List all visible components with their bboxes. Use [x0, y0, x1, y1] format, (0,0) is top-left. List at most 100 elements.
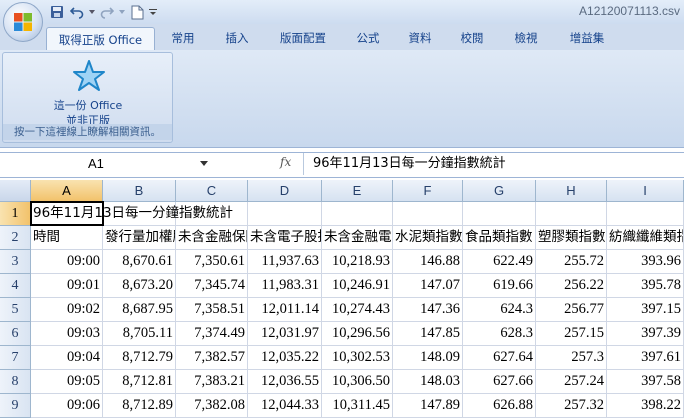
column-header-a[interactable]: A	[31, 180, 103, 202]
cell-b9[interactable]: 8,712.89	[103, 394, 176, 418]
cell-g6[interactable]: 628.3	[463, 322, 536, 346]
cell-f7[interactable]: 148.09	[393, 346, 463, 370]
cell-i1[interactable]	[607, 202, 684, 226]
cell-e2[interactable]: 未含金融電子股指數	[322, 226, 393, 250]
cell-g8[interactable]: 627.66	[463, 370, 536, 394]
cell-d4[interactable]: 11,983.31	[248, 274, 322, 298]
tab-insert[interactable]: 插入	[214, 27, 260, 49]
cell-a9[interactable]: 09:06	[31, 394, 103, 418]
cell-g1[interactable]	[463, 202, 536, 226]
column-header-e[interactable]: E	[322, 180, 393, 202]
cell-i9[interactable]: 398.22	[607, 394, 684, 418]
name-box[interactable]: A1	[0, 153, 210, 175]
cell-h2[interactable]: 塑膠類指數	[536, 226, 607, 250]
cell-g4[interactable]: 619.66	[463, 274, 536, 298]
cell-d8[interactable]: 12,036.55	[248, 370, 322, 394]
undo-dropdown-icon[interactable]	[88, 3, 96, 21]
cell-d1[interactable]	[248, 202, 322, 226]
cell-c8[interactable]: 7,383.21	[176, 370, 248, 394]
cell-f3[interactable]: 146.88	[393, 250, 463, 274]
cell-c9[interactable]: 7,382.08	[176, 394, 248, 418]
cell-a5[interactable]: 09:02	[31, 298, 103, 322]
tab-home[interactable]: 常用	[160, 27, 206, 49]
row-header-2[interactable]: 2	[0, 226, 31, 250]
row-header-7[interactable]: 7	[0, 346, 31, 370]
cell-c3[interactable]: 7,350.61	[176, 250, 248, 274]
redo-icon[interactable]	[98, 3, 116, 21]
cell-f2[interactable]: 水泥類指數	[393, 226, 463, 250]
column-header-d[interactable]: D	[248, 180, 322, 202]
formula-input[interactable]: 96年11月13日每一分鐘指數統計	[313, 153, 506, 175]
cell-a4[interactable]: 09:01	[31, 274, 103, 298]
cell-g7[interactable]: 627.64	[463, 346, 536, 370]
cell-e4[interactable]: 10,246.91	[322, 274, 393, 298]
cell-g5[interactable]: 624.3	[463, 298, 536, 322]
name-box-dropdown-icon[interactable]	[200, 161, 208, 166]
cell-b3[interactable]: 8,670.61	[103, 250, 176, 274]
cell-h4[interactable]: 256.22	[536, 274, 607, 298]
cell-c6[interactable]: 7,374.49	[176, 322, 248, 346]
cell-h1[interactable]	[536, 202, 607, 226]
cell-i7[interactable]: 397.61	[607, 346, 684, 370]
cell-a7[interactable]: 09:04	[31, 346, 103, 370]
save-icon[interactable]	[48, 3, 66, 21]
tab-get-genuine-office[interactable]: 取得正版 Office	[46, 27, 155, 51]
column-header-f[interactable]: F	[393, 180, 463, 202]
row-header-9[interactable]: 9	[0, 394, 31, 418]
cell-b2[interactable]: 發行量加權股價指數	[103, 226, 176, 250]
cell-e1[interactable]	[322, 202, 393, 226]
cell-d2[interactable]: 未含電子股指數	[248, 226, 322, 250]
cell-c5[interactable]: 7,358.51	[176, 298, 248, 322]
row-header-6[interactable]: 6	[0, 322, 31, 346]
cell-i6[interactable]: 397.39	[607, 322, 684, 346]
cell-a1[interactable]: 96年11月13日每一分鐘指數統計	[31, 202, 233, 226]
tab-page-layout[interactable]: 版面配置	[268, 27, 338, 49]
cell-g3[interactable]: 622.49	[463, 250, 536, 274]
cell-h3[interactable]: 255.72	[536, 250, 607, 274]
cell-d3[interactable]: 11,937.63	[248, 250, 322, 274]
new-document-icon[interactable]	[128, 3, 146, 21]
column-header-i[interactable]: I	[607, 180, 684, 202]
row-header-8[interactable]: 8	[0, 370, 31, 394]
cell-f8[interactable]: 148.03	[393, 370, 463, 394]
cell-e3[interactable]: 10,218.93	[322, 250, 393, 274]
tab-formulas[interactable]: 公式	[345, 27, 391, 49]
office-button[interactable]	[3, 2, 43, 42]
tab-review[interactable]: 校閱	[449, 27, 495, 49]
row-header-3[interactable]: 3	[0, 250, 31, 274]
cell-i8[interactable]: 397.58	[607, 370, 684, 394]
column-header-c[interactable]: C	[176, 180, 248, 202]
tab-view[interactable]: 檢視	[503, 27, 549, 49]
cell-d7[interactable]: 12,035.22	[248, 346, 322, 370]
cell-e8[interactable]: 10,306.50	[322, 370, 393, 394]
cell-c2[interactable]: 未含金融保險股指數	[176, 226, 248, 250]
cell-g9[interactable]: 626.88	[463, 394, 536, 418]
cell-c4[interactable]: 7,345.74	[176, 274, 248, 298]
cell-f6[interactable]: 147.85	[393, 322, 463, 346]
not-genuine-button[interactable]: 這一份 Office 並非正版	[48, 57, 128, 127]
cell-a6[interactable]: 09:03	[31, 322, 103, 346]
cell-h9[interactable]: 257.32	[536, 394, 607, 418]
redo-dropdown-icon[interactable]	[118, 3, 126, 21]
row-header-1[interactable]: 1	[0, 202, 31, 226]
cell-b5[interactable]: 8,687.95	[103, 298, 176, 322]
cell-f4[interactable]: 147.07	[393, 274, 463, 298]
cell-e7[interactable]: 10,302.53	[322, 346, 393, 370]
row-header-5[interactable]: 5	[0, 298, 31, 322]
cell-i4[interactable]: 395.78	[607, 274, 684, 298]
column-header-h[interactable]: H	[536, 180, 607, 202]
column-header-b[interactable]: B	[103, 180, 176, 202]
cell-b8[interactable]: 8,712.81	[103, 370, 176, 394]
cell-h7[interactable]: 257.3	[536, 346, 607, 370]
group-label[interactable]: 按一下這裡線上瞭解相關資訊。	[3, 124, 172, 140]
cell-f1[interactable]	[393, 202, 463, 226]
customize-icon[interactable]	[148, 3, 158, 21]
cell-e9[interactable]: 10,311.45	[322, 394, 393, 418]
row-header-4[interactable]: 4	[0, 274, 31, 298]
cell-i3[interactable]: 393.96	[607, 250, 684, 274]
cell-a3[interactable]: 09:00	[31, 250, 103, 274]
cell-b6[interactable]: 8,705.11	[103, 322, 176, 346]
tab-data[interactable]: 資料	[397, 27, 443, 49]
cell-h8[interactable]: 257.24	[536, 370, 607, 394]
cell-h5[interactable]: 256.77	[536, 298, 607, 322]
